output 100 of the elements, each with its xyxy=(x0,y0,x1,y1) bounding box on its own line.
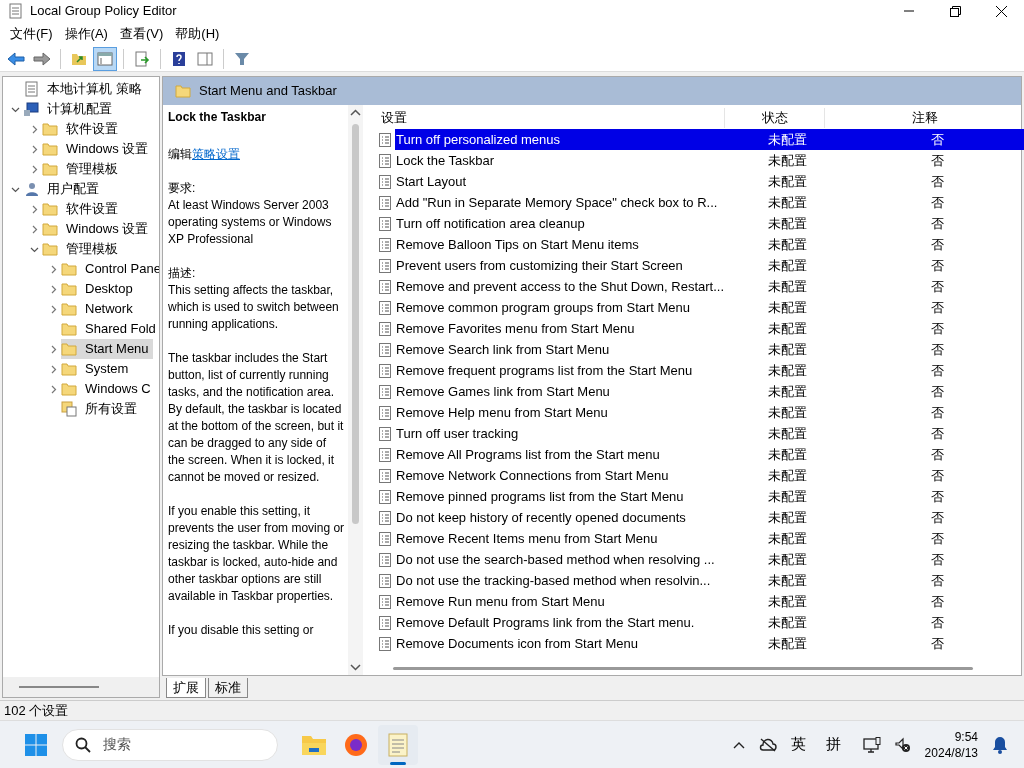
cloud-off-icon[interactable] xyxy=(758,737,777,752)
folder-icon xyxy=(42,202,58,216)
table-row[interactable]: Remove All Programs list from the Start menu 未配置 否 xyxy=(395,444,1024,465)
comment-cell-text: 否 xyxy=(929,424,945,443)
table-row[interactable]: Remove pinned programs list from the Start Menu 未配置 否 xyxy=(395,486,1024,507)
policy-icon xyxy=(379,153,391,168)
table-row[interactable]: Prevent users from customizing their Start Screen 未配置 否 xyxy=(395,255,1024,276)
search-field[interactable]: 搜索 xyxy=(62,728,278,761)
comment-cell-text: 否 xyxy=(929,130,945,149)
state-cell-text: 未配置 xyxy=(766,151,808,170)
folder-arrow-icon xyxy=(71,51,87,66)
tree-item[interactable]: 管理模板 xyxy=(42,239,122,259)
speaker-muted-icon[interactable] xyxy=(894,736,911,753)
state-cell-text: 未配置 xyxy=(766,298,808,317)
tree-item[interactable]: 软件设置 xyxy=(42,199,122,219)
column-header[interactable]: 状态 xyxy=(725,108,825,128)
tree-item[interactable]: Windows C xyxy=(61,379,155,399)
edit-label: 编辑 xyxy=(168,147,192,161)
tree-item[interactable]: Shared Fold xyxy=(61,319,159,339)
policy-settings-link[interactable]: 策略设置 xyxy=(192,147,240,161)
table-row[interactable]: Do not use the tracking-based method when resolvin... 未配置 否 xyxy=(395,570,1024,591)
column-header[interactable]: 设置 xyxy=(373,108,725,128)
table-row[interactable]: Start Layout 未配置 否 xyxy=(395,171,1024,192)
policy-icon xyxy=(379,615,391,630)
table-row[interactable]: Remove Recent Items menu from Start Menu 未配置 否 xyxy=(395,528,1024,549)
policy-icon xyxy=(379,405,391,420)
tree-item[interactable]: 软件设置 xyxy=(42,119,122,139)
table-row[interactable]: Remove Help menu from Start Menu 未配置 否 xyxy=(395,402,1024,423)
export-icon xyxy=(134,50,150,67)
scroll-up-icon[interactable] xyxy=(350,109,361,116)
setting-name: Prevent users from customizing their Start Screen xyxy=(395,256,684,275)
table-row[interactable]: Remove Documents icon from Start Menu 未配置 否 xyxy=(395,633,1024,654)
column-header[interactable]: 注释 xyxy=(825,108,1024,128)
state-cell-text: 未配置 xyxy=(766,193,808,212)
view-tab[interactable]: 标准 xyxy=(208,678,248,698)
horizontal-scrollbar[interactable] xyxy=(393,666,973,670)
table-row[interactable]: Remove and prevent access to the Shut Down, Restart... 未配置 否 xyxy=(395,276,1024,297)
setting-name: Remove Games link from Start Menu xyxy=(395,382,611,401)
table-row[interactable]: Turn off user tracking 未配置 否 xyxy=(395,423,1024,444)
scroll-down-icon[interactable] xyxy=(350,664,361,671)
description-text: This setting affects the taskbar, which is used to switch between running applications. xyxy=(168,282,340,333)
policy-icon xyxy=(379,195,391,210)
setting-name: Do not keep history of recently opened documents xyxy=(395,508,687,527)
policy-icon xyxy=(379,258,391,273)
tree-item[interactable]: 本地计算机 策略 xyxy=(23,79,146,99)
menu-item[interactable]: 文件(F) xyxy=(4,24,59,44)
table-row[interactable]: Remove Network Connections from Start Menu 未配置 否 xyxy=(395,465,1024,486)
show-tree-button[interactable] xyxy=(93,46,117,71)
menu-item[interactable]: 帮助(H) xyxy=(169,24,226,44)
menu-item[interactable]: 查看(V) xyxy=(113,24,170,44)
comment-cell-text: 否 xyxy=(929,508,945,527)
table-row[interactable]: Do not use the search-based method when resolving ... 未配置 否 xyxy=(395,549,1024,570)
comment-cell-text: 否 xyxy=(929,193,945,212)
folder-icon xyxy=(42,242,58,256)
ime-indicator[interactable]: 拼 xyxy=(825,733,841,756)
tree-item[interactable]: 用户配置 xyxy=(23,179,103,199)
table-row[interactable]: Remove Balloon Tips on Start Menu items 未配置 否 xyxy=(395,234,1024,255)
tree-item[interactable]: Network xyxy=(61,299,137,319)
tree-item[interactable]: 管理模板 xyxy=(42,159,122,179)
table-row[interactable]: Turn off personalized menus 未配置 否 xyxy=(395,129,1024,150)
table-row[interactable]: Add "Run in Separate Memory Space" check box to R... 未配置 否 xyxy=(395,192,1024,213)
tree-item[interactable]: System xyxy=(61,359,133,379)
state-cell-text: 未配置 xyxy=(766,550,808,569)
tree-item[interactable]: Windows 设置 xyxy=(42,139,153,159)
table-row[interactable]: Remove common program groups from Start Menu 未配置 否 xyxy=(395,297,1024,318)
table-row[interactable]: Turn off notification area cleanup 未配置 否 xyxy=(395,213,1024,234)
table-row[interactable]: Remove Default Programs link from the Start menu. 未配置 否 xyxy=(395,612,1024,633)
clock-time[interactable]: 9:54 xyxy=(954,728,978,745)
setting-name: Lock the Taskbar xyxy=(395,151,496,170)
monitor-icon[interactable] xyxy=(862,736,881,753)
comment-cell-text: 否 xyxy=(929,529,945,548)
table-row[interactable]: Do not keep history of recently opened documents 未配置 否 xyxy=(395,507,1024,528)
comment-cell-text: 否 xyxy=(929,172,945,191)
folder-icon xyxy=(42,222,58,236)
table-row[interactable]: Remove frequent programs list from the Start Menu 未配置 否 xyxy=(395,360,1024,381)
bell-icon[interactable] xyxy=(992,735,1008,754)
restore-icon xyxy=(949,5,961,17)
comment-cell-text: 否 xyxy=(929,571,945,590)
menu-item[interactable]: 操作(A) xyxy=(58,24,114,44)
table-row[interactable]: Remove Games link from Start Menu 未配置 否 xyxy=(395,381,1024,402)
language-indicator[interactable]: 英 xyxy=(790,733,806,756)
taskbar-app-button[interactable] xyxy=(378,724,418,765)
policy-icon xyxy=(379,300,391,315)
state-cell-text: 未配置 xyxy=(766,529,808,548)
tree-item[interactable]: Windows 设置 xyxy=(42,219,153,239)
tree-item[interactable]: Start Menu xyxy=(61,339,153,359)
forward-arrow-icon xyxy=(33,51,51,66)
tree-item[interactable]: 所有设置 xyxy=(61,399,141,419)
tree-item[interactable]: Desktop xyxy=(61,279,137,299)
scrollbar[interactable] xyxy=(348,105,363,675)
policy-icon xyxy=(379,132,391,147)
policy-icon xyxy=(379,510,391,525)
chevron-up-icon[interactable] xyxy=(732,740,745,749)
tree-item[interactable]: 计算机配置 xyxy=(23,99,116,119)
table-row[interactable]: Remove Favorites menu from Start Menu 未配置 否 xyxy=(395,318,1024,339)
view-tab[interactable]: 扩展 xyxy=(166,678,206,698)
table-row[interactable]: Lock the Taskbar 未配置 否 xyxy=(395,150,1024,171)
table-row[interactable]: Remove Search link from Start Menu 未配置 否 xyxy=(395,339,1024,360)
clock-date[interactable]: 2024/8/13 xyxy=(924,744,978,761)
table-row[interactable]: Remove Run menu from Start Menu 未配置 否 xyxy=(395,591,1024,612)
